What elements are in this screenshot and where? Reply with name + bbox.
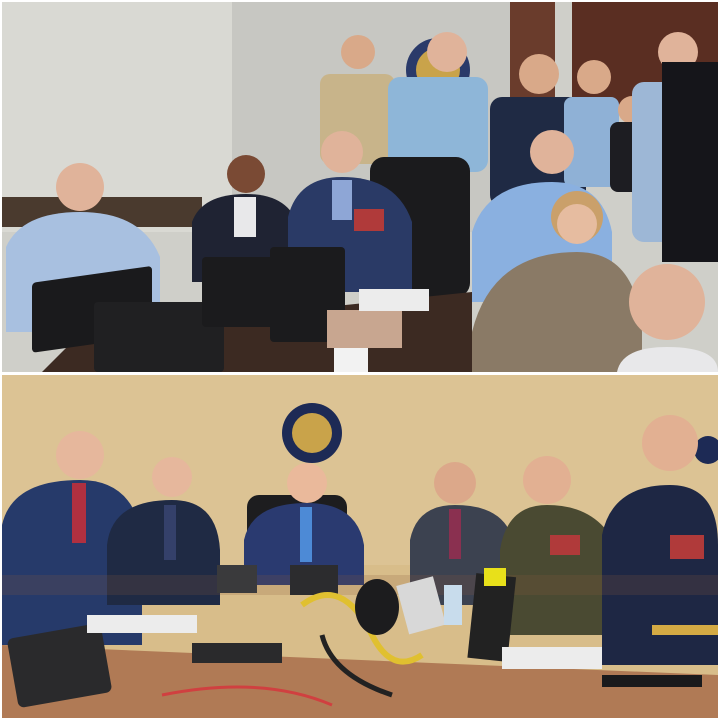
papers (327, 310, 402, 348)
coffee-cup (334, 348, 368, 372)
laptop-3 (202, 257, 277, 327)
top-photo-scene (2, 2, 718, 372)
water-bottle (444, 585, 462, 625)
keyboard (192, 643, 282, 663)
bottom-photo (2, 375, 718, 718)
monitor (290, 565, 338, 595)
documents (502, 647, 602, 669)
top-photo (2, 2, 718, 372)
papers (87, 615, 197, 633)
bottom-photo-scene (2, 375, 718, 718)
phone (217, 565, 257, 593)
speaker-phone (355, 579, 399, 635)
